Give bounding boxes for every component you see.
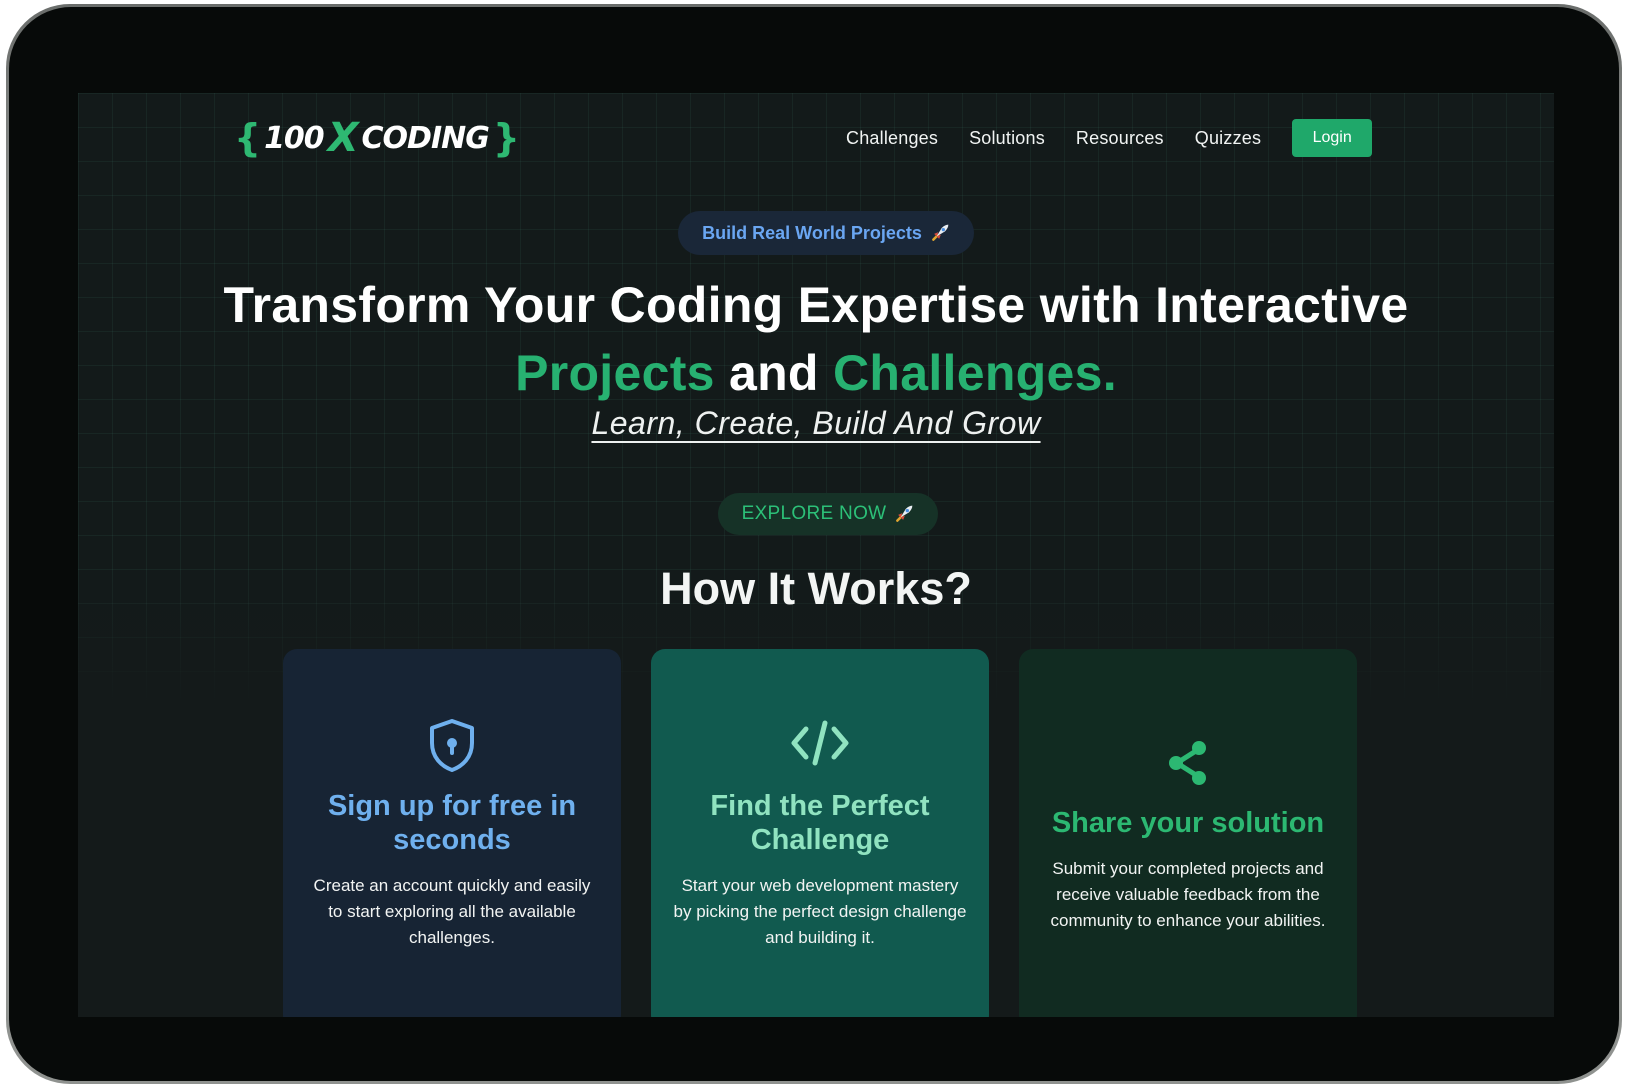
card-description: Start your web development mastery by pi…	[673, 876, 967, 947]
logo-word: CODING	[361, 120, 490, 156]
how-card-find-challenge: Find the Perfect Challenge Start your we…	[651, 649, 989, 1017]
login-button[interactable]: Login	[1292, 119, 1373, 157]
logo-close-brace: }	[492, 116, 520, 160]
code-icon	[791, 720, 849, 766]
how-it-works-title: How It Works?	[660, 563, 972, 614]
hero-subline-text: Learn, Create, Build And Grow	[591, 405, 1041, 441]
card-description: Create an account quickly and easily to …	[313, 876, 591, 947]
explore-now-label: EXPLORE NOW	[741, 503, 887, 524]
card-title: Sign up for free in seconds	[327, 790, 577, 856]
share-icon-wrapper	[1019, 739, 1357, 787]
hero-headline-challenges: Challenges.	[832, 345, 1117, 401]
hero-headline-line1: Transform Your Coding Expertise with Int…	[223, 277, 1409, 333]
hero-headline-and: and	[714, 345, 833, 401]
hero-headline: Transform Your Coding Expertise with Int…	[78, 271, 1554, 407]
brand-logo[interactable]: { 100 X CODING }	[234, 115, 520, 161]
hero-headline-projects: Projects	[515, 345, 715, 401]
main-nav: Challenges Solutions Resources Quizzes L…	[846, 119, 1373, 157]
nav-link-solutions[interactable]: Solutions	[969, 128, 1045, 149]
card-description: Submit your completed projects and recei…	[1050, 859, 1326, 930]
shield-lock-icon	[430, 719, 474, 772]
card-title: Share your solution	[1051, 807, 1325, 839]
how-card-share-solution: Share your solution Submit your complete…	[1019, 649, 1357, 1017]
card-title: Find the Perfect Challenge	[710, 790, 930, 856]
code-icon-wrapper	[651, 719, 989, 767]
browser-viewport: { 100 X CODING } Challenges Solutions Re…	[78, 93, 1554, 1017]
shield-lock-icon-wrapper	[283, 717, 621, 773]
rocket-icon	[931, 224, 949, 241]
nav-link-resources[interactable]: Resources	[1076, 128, 1164, 149]
nav-link-quizzes[interactable]: Quizzes	[1195, 128, 1261, 149]
share-icon	[1169, 741, 1206, 785]
laptop-frame: { 100 X CODING } Challenges Solutions Re…	[6, 4, 1622, 1084]
hero-badge-label: Build Real World Projects	[702, 222, 922, 243]
how-card-signup: Sign up for free in seconds Create an ac…	[283, 649, 621, 1017]
logo-number: 100	[264, 120, 325, 156]
nav-link-challenges[interactable]: Challenges	[846, 128, 938, 149]
logo-open-brace: {	[234, 116, 261, 160]
explore-now-button[interactable]: EXPLORE NOW	[718, 493, 938, 535]
rocket-icon	[896, 505, 913, 522]
hero-subline: Learn, Create, Build And Grow	[78, 405, 1554, 442]
logo-x: X	[327, 115, 359, 161]
hero-badge: Build Real World Projects	[678, 211, 974, 255]
laptop-bezel: { 100 X CODING } Challenges Solutions Re…	[9, 7, 1619, 1081]
